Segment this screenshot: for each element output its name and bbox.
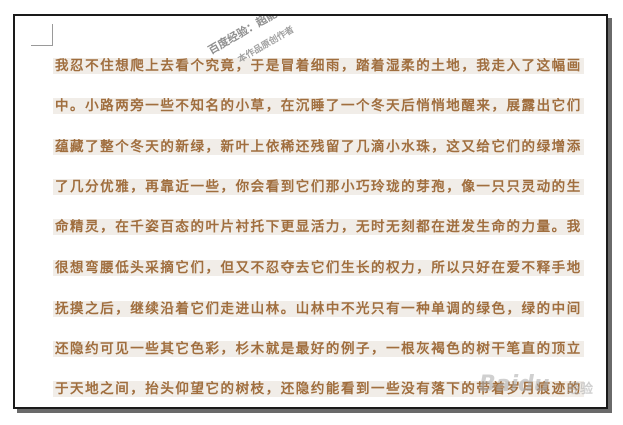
text-line-content: 我忍不住想爬上去看个究竟，于是冒着细雨，踏着湿柔的土地，我走入了这幅画 — [53, 58, 584, 74]
text-line[interactable]: 抚摸之后，继续沿着它们走进山林。山林中不光只有一种单调的绿色，绿的中间 — [53, 299, 606, 319]
text-line-content: 蕴藏了整个冬天的新绿，新叶上依稀还残留了几滴小水珠，这又给它们的绿增添 — [53, 139, 584, 155]
text-line-content: 抚摸之后，继续沿着它们走进山林。山林中不光只有一种单调的绿色，绿的中间 — [53, 301, 584, 317]
text-line-content: 很想弯腰低头采摘它们，但又不忍夺去它们生长的权力，所以只好在爱不释手地 — [53, 260, 584, 276]
text-line[interactable]: 了几分优雅，再靠近一些，你会看到它们那小巧玲珑的芽孢，像一只只灵动的生 — [53, 177, 606, 197]
page-corner-mark — [31, 24, 53, 46]
text-line[interactable]: 蕴藏了整个冬天的新绿，新叶上依稀还残留了几滴小水珠，这又给它们的绿增添 — [53, 137, 606, 157]
frame-shadow-right — [608, 18, 612, 413]
text-line-content: 中。小路两旁一些不知名的小草，在沉睡了一个冬天后悄悄地醒来，展露出它们 — [53, 98, 584, 114]
text-line[interactable]: 很想弯腰低头采摘它们，但又不忍夺去它们生长的权力，所以只好在爱不释手地 — [53, 258, 606, 278]
text-line[interactable]: 我忍不住想爬上去看个究竟，于是冒着细雨，踏着湿柔的土地，我走入了这幅画 — [53, 56, 606, 76]
text-line-content: 了几分优雅，再靠近一些，你会看到它们那小巧玲珑的芽孢，像一只只灵动的生 — [53, 179, 584, 195]
text-line-content: 命精灵，在千姿百态的叶片衬托下更显活力，无时无刻都在迸发生命的力量。我 — [53, 219, 584, 235]
text-line[interactable]: 命精灵，在千姿百态的叶片衬托下更显活力，无时无刻都在迸发生命的力量。我 — [53, 217, 606, 237]
document-frame: 我忍不住想爬上去看个究竟，于是冒着细雨，踏着湿柔的土地，我走入了这幅画 中。小路… — [13, 14, 608, 409]
text-line[interactable]: 中。小路两旁一些不知名的小草，在沉睡了一个冬天后悄悄地醒来，展露出它们 — [53, 96, 606, 116]
text-line-content: 还隐约可见一些其它色彩，杉木就是最好的例子，一根灰褐色的树干笔直的顶立 — [53, 341, 584, 357]
frame-shadow-bottom — [17, 409, 612, 413]
text-line[interactable]: 还隐约可见一些其它色彩，杉木就是最好的例子，一根灰褐色的树干笔直的顶立 — [53, 339, 606, 359]
baidu-logo: Baidu — [479, 372, 550, 397]
baidu-logo-sub: 经验 — [567, 382, 594, 397]
